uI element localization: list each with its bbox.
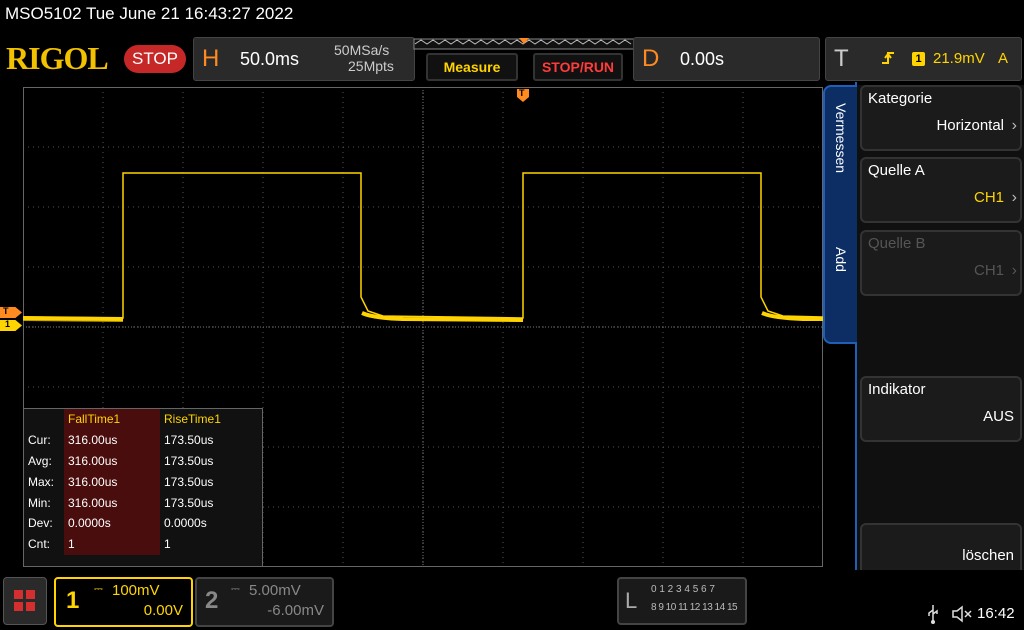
trigger-edge-icon (882, 52, 894, 64)
delay-letter: D (642, 45, 660, 72)
horizontal-panel[interactable]: H 50.0ms 50MSa/s 25Mpts (193, 37, 415, 81)
la-channels-row2: 8 9 10 11 12 13 14 15 (651, 602, 738, 613)
measurement-table: FallTime1 RiseTime1 Cur: 316.00us 173.50us… (24, 409, 256, 555)
menu-item-label: Quelle B (868, 235, 926, 252)
channel-1-offset: 0.00V (143, 602, 183, 619)
trigger-mode: A (998, 50, 1009, 67)
menu-item-quelle-b: Quelle B CH1 › (860, 230, 1022, 296)
horizontal-letter: H (202, 45, 220, 72)
window-title: MSO5102 Tue June 21 16:43:27 2022 (5, 4, 294, 23)
menu-item-quelle-a[interactable]: Quelle A CH1 › (860, 157, 1022, 223)
trigger-level-marker-label: T (3, 306, 9, 316)
table-row: Min: 316.00us 173.50us (24, 492, 256, 513)
stop-run-button[interactable]: STOP/RUN (533, 53, 623, 81)
menu-item-label: Indikator (868, 381, 926, 398)
timebase-value: 50.0ms (240, 49, 300, 69)
menu-item-value: CH1 (973, 262, 1004, 279)
channel-2-offset: -6.00mV (267, 602, 324, 619)
dc-coupling-icon: ⎓ (231, 583, 240, 595)
la-channels-row1: 0 1 2 3 4 5 6 7 (651, 584, 715, 595)
table-row: Cnt: 1 1 (24, 533, 256, 555)
chevron-right-icon: › (1011, 262, 1017, 279)
table-row: Dev: 0.0000s 0.0000s (24, 512, 256, 534)
trigger-level: 21.9mV (933, 50, 985, 67)
delay-panel[interactable]: D 0.00s (633, 37, 820, 81)
menu-grid-icon (14, 590, 35, 611)
chevron-right-icon: › (1011, 189, 1017, 206)
menu-item-value: Horizontal (936, 117, 1004, 134)
menu-item-label: Quelle A (868, 162, 925, 179)
trigger-time-marker-label: T (519, 88, 525, 98)
channel-2-scale: 5.00mV (249, 582, 301, 599)
column-header: FallTime1 (64, 409, 160, 430)
dc-coupling-icon: ⎓ (94, 583, 103, 595)
la-letter: L (625, 588, 638, 613)
rigol-logo: RIGOL (6, 40, 109, 76)
channel-2-number: 2 (205, 587, 219, 614)
ch1-offset-marker[interactable]: 1 (0, 320, 22, 331)
trigger-letter: T (834, 45, 849, 72)
channel-2-panel[interactable]: 2 ⎓ 5.00mV -6.00mV (195, 577, 334, 627)
usb-icon (928, 605, 938, 624)
clock: 16:42 (977, 605, 1015, 622)
side-menu-tabs: Vermessen Add (823, 85, 857, 344)
ch1-waveform (23, 172, 823, 319)
trigger-level-marker[interactable]: T (0, 307, 22, 318)
column-header: RiseTime1 (164, 412, 221, 427)
trigger-position-strip (413, 38, 635, 50)
menu-item-value: CH1 (973, 189, 1004, 206)
trigger-channel-badge: 1 (912, 52, 925, 66)
memory-depth: 25Mpts (348, 58, 394, 74)
menu-item-value: löschen (962, 547, 1014, 564)
chevron-right-icon: › (1011, 117, 1017, 134)
table-header-row: FallTime1 RiseTime1 (24, 409, 256, 430)
menu-item-label: Kategorie (868, 90, 933, 107)
menu-item-kategorie[interactable]: Kategorie Horizontal › (860, 85, 1022, 151)
trigger-time-marker[interactable]: T (516, 88, 530, 108)
trigger-panel[interactable]: T 1 21.9mV A (825, 37, 1022, 81)
measure-button[interactable]: Measure (426, 53, 518, 81)
table-row: Cur: 316.00us 173.50us (24, 429, 256, 451)
menu-grid-button[interactable] (3, 577, 47, 625)
measurement-panel: FallTime1 RiseTime1 Cur: 316.00us 173.50us… (23, 408, 263, 567)
channel-1-number: 1 (66, 587, 80, 614)
channel-1-panel[interactable]: 1 ⎓ 100mV 0.00V (54, 577, 193, 627)
run-state-badge[interactable]: STOP (124, 45, 186, 73)
channel-1-scale: 100mV (112, 582, 160, 599)
menu-item-value: AUS (983, 408, 1014, 425)
tab-add[interactable]: Add (833, 247, 849, 272)
table-row: Avg: 316.00us 173.50us (24, 450, 256, 472)
sample-rate: 50MSa/s (334, 42, 390, 58)
speaker-muted-icon[interactable] (951, 605, 973, 623)
delay-value: 0.00s (680, 49, 725, 69)
logic-analyzer-panel[interactable]: L 0 1 2 3 4 5 6 7 8 9 10 11 12 13 14 15 (617, 577, 747, 625)
tab-vermessen[interactable]: Vermessen (833, 103, 849, 173)
menu-item-indikator[interactable]: Indikator AUS (860, 376, 1022, 442)
ch1-offset-marker-label: 1 (5, 319, 11, 329)
table-row: Max: 316.00us 173.50us (24, 471, 256, 493)
